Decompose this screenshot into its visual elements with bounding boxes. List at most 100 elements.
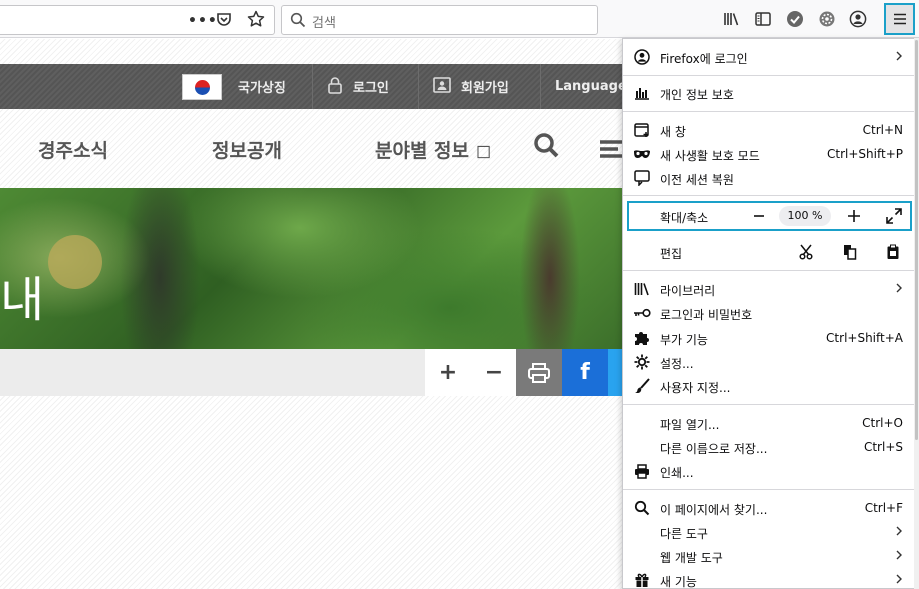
menu-separator [623,489,918,490]
bookmark-star-icon[interactable] [246,9,266,29]
menu-private-window-label: 새 사생활 보호 모드 [660,149,760,163]
chevron-right-icon [894,48,904,67]
menu-addons[interactable]: 부가 기능 Ctrl+Shift+A [623,326,918,350]
menu-customize-label: 사용자 지정... [660,381,731,395]
menu-separator [623,111,918,112]
search-placeholder: 검색 [312,16,336,31]
copy-icon [844,245,857,260]
menu-shortcut: Ctrl+Shift+A [826,331,903,345]
menu-settings-label: 설정... [660,357,694,371]
menu-addons-label: 부가 기능 [660,333,708,347]
search-input[interactable]: 검색 [281,5,598,35]
menu-whats-new-label: 새 기능 [660,575,697,589]
menu-settings[interactable]: 설정... [623,350,918,374]
open-menu-button[interactable] [884,3,915,35]
menu-logins-passwords[interactable]: 로그인과 비밀번호 [623,301,918,325]
account-icon [633,48,651,66]
facebook-share-button[interactable]: f [562,349,608,396]
chevron-right-icon [894,547,904,566]
menu-save-as-label: 다른 이름으로 저장... [660,442,768,456]
menu-web-dev-label: 웹 개발 도구 [660,551,723,565]
menu-shortcut: Ctrl+F [864,501,903,515]
zoom-label: 확대/축소 [660,211,709,225]
url-bar[interactable]: ••• [0,5,275,35]
zoom-in-button[interactable] [843,204,865,228]
menu-privacy-protections[interactable]: 개인 정보 보호 [623,81,918,105]
cut-button[interactable] [797,243,815,261]
menu-scrollbar-thumb[interactable] [915,40,918,440]
menu-zoom-controls: 확대/축소 100 % [627,201,912,231]
menu-restore-session-label: 이전 세션 복원 [660,173,734,187]
page-tool-strip: + − f [0,349,625,396]
menu-new-window[interactable]: 새 창 Ctrl+N [623,118,918,142]
extension-check-icon[interactable] [785,9,805,29]
chevron-right-icon [894,280,904,299]
menu-private-window[interactable]: 새 사생활 보호 모드 Ctrl+Shift+P [623,142,918,166]
menu-new-window-label: 새 창 [660,125,686,139]
nav-gyeongju-news[interactable]: 경주소식 [38,136,108,163]
menu-shortcut: Ctrl+N [862,123,903,137]
signup-link[interactable]: 회원가입 [418,64,509,109]
menu-shortcut: Ctrl+Shift+P [827,147,903,161]
new-window-icon [633,121,651,139]
gift-icon [633,571,651,589]
menu-restore-session[interactable]: 이전 세션 복원 [623,166,918,190]
search-icon [633,499,651,517]
paste-button[interactable] [884,243,902,261]
menu-print[interactable]: 인쇄... [623,459,918,483]
site-search-icon[interactable] [533,132,561,163]
menu-logins-label: 로그인과 비밀번호 [660,308,753,322]
menu-save-as[interactable]: 다른 이름으로 저장... Ctrl+S [623,435,918,459]
account-icon[interactable] [848,9,868,29]
search-icon [290,12,306,31]
top-link-label: 로그인 [353,81,389,96]
menu-find-in-page[interactable]: 이 페이지에서 찾기... Ctrl+F [623,496,918,520]
menu-separator [623,404,918,405]
plus-icon [848,210,860,222]
national-symbol-link[interactable]: 국가상징 [168,64,286,109]
app-menu-panel: Firefox에 로그인 개인 정보 보호 새 창 Ctrl+N 새 사생활 보… [622,38,919,589]
pocket-icon[interactable] [214,9,234,29]
menu-customize[interactable]: 사용자 지정... [623,374,918,398]
nav-field-info[interactable]: 분야별 정보 ◻ [375,136,491,163]
paintbrush-icon [633,377,651,395]
library-icon[interactable] [722,9,742,29]
top-link-label: 국가상징 [238,81,286,96]
fullscreen-button[interactable] [883,206,905,226]
zoom-reset-button[interactable]: 100 % [779,206,831,226]
key-icon [633,304,651,322]
menu-signin[interactable]: Firefox에 로그인 [623,45,918,69]
extension-gear-icon[interactable] [817,9,837,29]
login-link[interactable]: 로그인 [312,64,389,109]
bar-chart-icon [633,84,651,102]
hero-title: 내 [0,272,45,328]
menu-open-file[interactable]: 파일 열기... Ctrl+O [623,411,918,435]
menu-open-file-label: 파일 열기... [660,418,720,432]
site-print-button[interactable] [516,349,562,396]
menu-find-label: 이 페이지에서 찾기... [660,503,768,517]
top-link-label: Language [555,79,627,94]
nav-info-disclosure[interactable]: 정보공개 [212,136,282,163]
menu-web-developer[interactable]: 웹 개발 도구 [623,544,918,568]
sidebar-icon[interactable] [753,9,773,29]
zoom-out-button[interactable] [748,204,770,228]
site-utility-bar: 국가상징 로그인 회원가입 Language [0,64,627,109]
menu-more-tools[interactable]: 다른 도구 [623,520,918,544]
menu-edit-controls: 편집 [623,240,918,264]
restore-session-icon [633,169,651,187]
font-decrease-button[interactable]: − [471,349,517,396]
copy-button[interactable] [841,243,859,261]
korean-flag-icon [182,73,222,100]
chevron-right-icon [894,523,904,542]
site-main-nav: 경주소식 정보공개 분야별 정보 ◻ [0,114,625,184]
language-link[interactable]: Language [540,64,627,109]
lock-icon [327,76,343,98]
menu-print-label: 인쇄... [660,466,694,480]
font-increase-button[interactable]: + [425,349,471,396]
menu-library[interactable]: 라이브러리 [623,277,918,301]
scissors-icon [799,244,813,260]
puzzle-piece-icon [633,329,651,347]
menu-whats-new[interactable]: 새 기능 [623,568,918,589]
menu-library-label: 라이브러리 [660,284,716,298]
hero-decoration [48,235,102,289]
